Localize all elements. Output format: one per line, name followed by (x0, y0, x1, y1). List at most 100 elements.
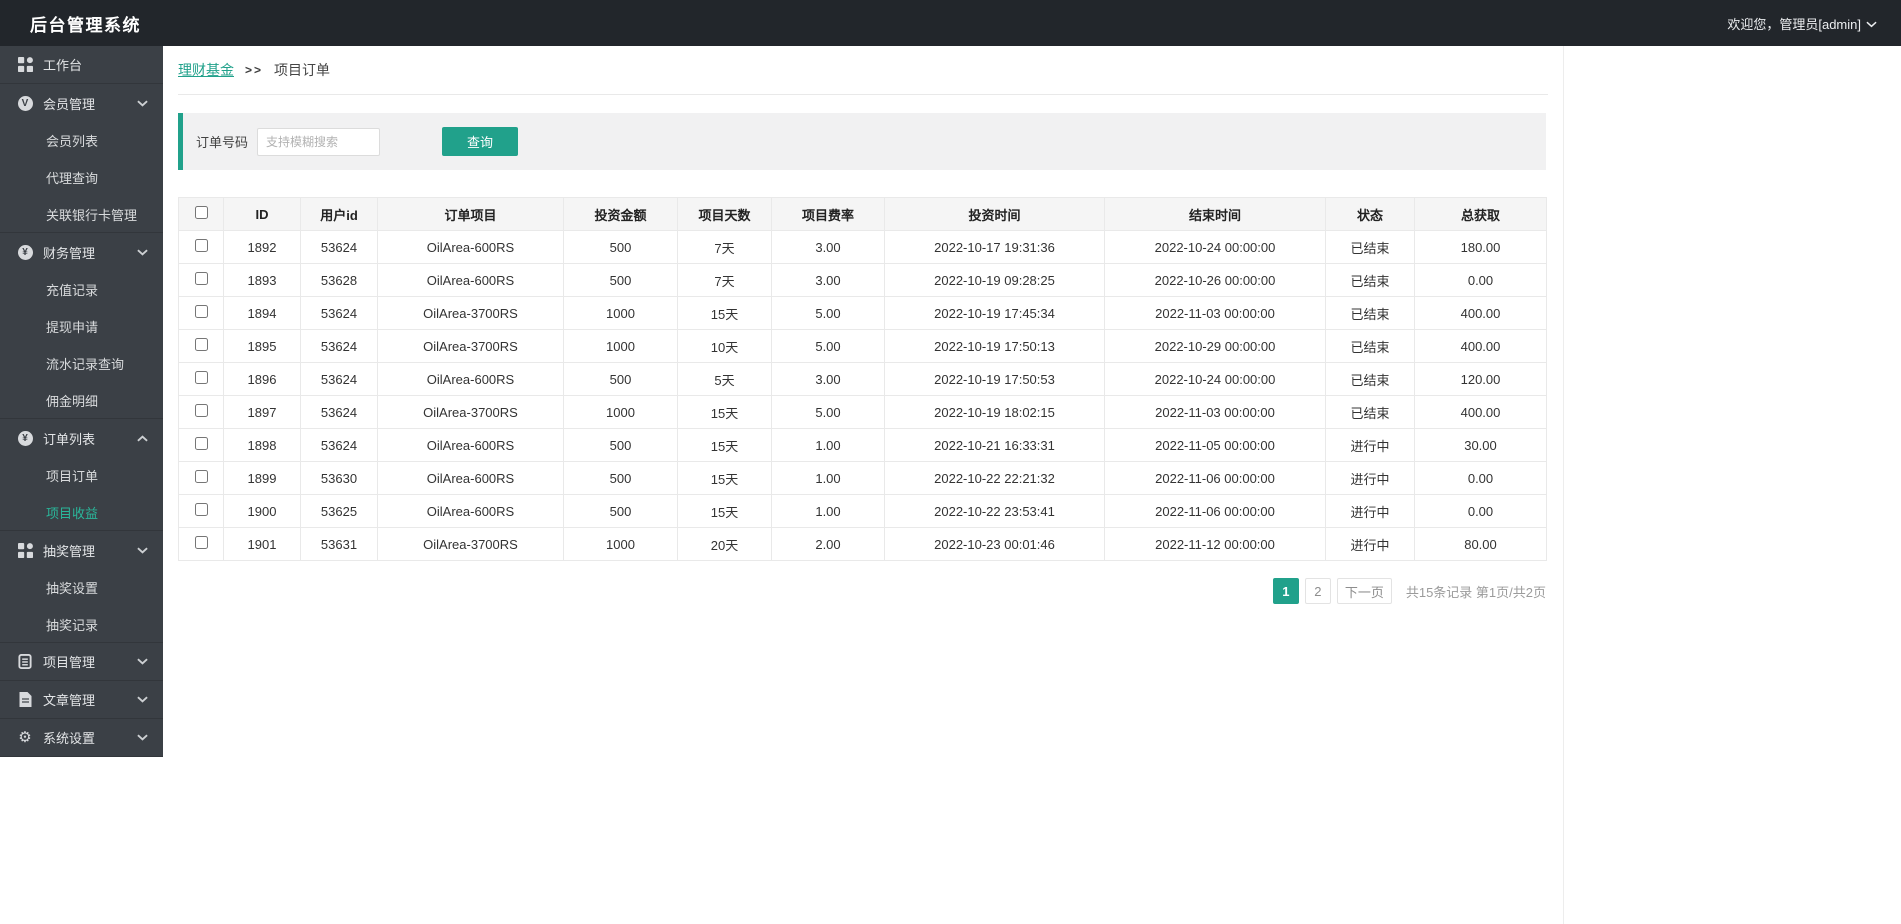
search-filter-panel: 订单号码 查询 (178, 113, 1546, 170)
sidebar-item-label: 工作台 (43, 55, 82, 74)
project-icon (17, 654, 33, 670)
cell-project: OilArea-600RS (378, 495, 564, 528)
article-icon (17, 692, 33, 708)
order-number-input[interactable] (257, 128, 380, 156)
cell-user_id: 53624 (301, 363, 378, 396)
cell-rate: 3.00 (772, 231, 885, 264)
finance-icon: ¥ (17, 244, 33, 260)
cell-days: 10天 (678, 330, 772, 363)
sidebar-item-label: 财务管理 (43, 243, 95, 262)
sidebar-item-充值记录[interactable]: 充值记录 (0, 271, 163, 308)
sidebar-item-label: 项目管理 (43, 652, 95, 671)
cell-user_id: 53631 (301, 528, 378, 561)
cell-status: 进行中 (1326, 495, 1415, 528)
sidebar-item-订单列表[interactable]: ¥订单列表 (0, 419, 163, 457)
sidebar-item-代理查询[interactable]: 代理查询 (0, 159, 163, 196)
page-button-1[interactable]: 1 (1273, 578, 1299, 604)
row-checkbox[interactable] (195, 503, 208, 516)
lottery-icon (17, 542, 33, 558)
top-header: 后台管理系统 欢迎您，管理员[admin] (0, 0, 1901, 46)
cell-status: 进行中 (1326, 528, 1415, 561)
sidebar-item-佣金明细[interactable]: 佣金明细 (0, 382, 163, 419)
cell-project: OilArea-600RS (378, 462, 564, 495)
cell-total: 30.00 (1415, 429, 1547, 462)
row-checkbox[interactable] (195, 272, 208, 285)
table-row: 189953630OilArea-600RS50015天1.002022-10-… (179, 462, 1547, 495)
cell-project: OilArea-3700RS (378, 396, 564, 429)
sidebar-item-流水记录查询[interactable]: 流水记录查询 (0, 345, 163, 382)
breadcrumb-parent-link[interactable]: 理财基金 (178, 60, 234, 80)
cell-amount: 500 (564, 462, 678, 495)
row-checkbox[interactable] (195, 239, 208, 252)
cell-id: 1897 (224, 396, 301, 429)
cell-user_id: 53624 (301, 231, 378, 264)
next-page-button[interactable]: 下一页 (1337, 578, 1392, 604)
column-header-amount: 投资金额 (564, 198, 678, 231)
sidebar-item-抽奖记录[interactable]: 抽奖记录 (0, 606, 163, 643)
select-all-checkbox[interactable] (195, 206, 208, 219)
sidebar-item-项目管理[interactable]: 项目管理 (0, 643, 163, 681)
sidebar-item-项目订单[interactable]: 项目订单 (0, 457, 163, 494)
table-row: 189853624OilArea-600RS50015天1.002022-10-… (179, 429, 1547, 462)
column-header-total: 总获取 (1415, 198, 1547, 231)
cell-total: 120.00 (1415, 363, 1547, 396)
cell-user_id: 53624 (301, 429, 378, 462)
column-header-end_time: 结束时间 (1105, 198, 1326, 231)
orders-table: ID用户id订单项目投资金额项目天数项目费率投资时间结束时间状态总获取18925… (178, 197, 1547, 561)
dashboard-icon (17, 57, 33, 73)
cell-total: 0.00 (1415, 264, 1547, 297)
sidebar-item-关联银行卡管理[interactable]: 关联银行卡管理 (0, 196, 163, 233)
cell-id: 1900 (224, 495, 301, 528)
cell-rate: 2.00 (772, 528, 885, 561)
cell-user_id: 53628 (301, 264, 378, 297)
chevron-down-icon (137, 547, 148, 554)
cell-user_id: 53624 (301, 330, 378, 363)
sidebar-item-label: 佣金明细 (46, 391, 98, 410)
page-button-2[interactable]: 2 (1305, 578, 1331, 604)
cell-days: 15天 (678, 396, 772, 429)
sidebar-item-label: 充值记录 (46, 280, 98, 299)
sidebar-item-label: 文章管理 (43, 690, 95, 709)
welcome-text: 欢迎您，管理员[admin] (1727, 14, 1861, 33)
sidebar-item-文章管理[interactable]: 文章管理 (0, 681, 163, 719)
row-checkbox-cell (179, 330, 224, 363)
cell-project: OilArea-3700RS (378, 528, 564, 561)
sidebar-item-财务管理[interactable]: ¥ 财务管理 (0, 233, 163, 271)
cell-project: OilArea-3700RS (378, 297, 564, 330)
cell-status: 已结束 (1326, 396, 1415, 429)
sidebar-item-项目收益[interactable]: 项目收益 (0, 494, 163, 531)
cell-amount: 500 (564, 495, 678, 528)
row-checkbox[interactable] (195, 404, 208, 417)
cell-id: 1893 (224, 264, 301, 297)
cell-days: 7天 (678, 231, 772, 264)
row-checkbox[interactable] (195, 437, 208, 450)
cell-id: 1898 (224, 429, 301, 462)
column-header-user_id: 用户id (301, 198, 378, 231)
row-checkbox[interactable] (195, 536, 208, 549)
cell-invest_time: 2022-10-19 17:50:53 (885, 363, 1105, 396)
cell-id: 1896 (224, 363, 301, 396)
sidebar-item-抽奖管理[interactable]: 抽奖管理 (0, 531, 163, 569)
row-checkbox[interactable] (195, 338, 208, 351)
sidebar-item-会员管理[interactable]: V会员管理 (0, 84, 163, 122)
cell-rate: 3.00 (772, 363, 885, 396)
row-checkbox[interactable] (195, 371, 208, 384)
cell-user_id: 53624 (301, 396, 378, 429)
sidebar-item-系统设置[interactable]: ⚙系统设置 (0, 719, 163, 757)
chevron-down-icon (137, 734, 148, 741)
user-menu[interactable]: 欢迎您，管理员[admin] (1727, 14, 1877, 33)
cell-id: 1894 (224, 297, 301, 330)
cell-end_time: 2022-11-12 00:00:00 (1105, 528, 1326, 561)
cell-project: OilArea-600RS (378, 363, 564, 396)
cell-end_time: 2022-11-03 00:00:00 (1105, 396, 1326, 429)
order-number-label: 订单号码 (196, 132, 248, 151)
row-checkbox[interactable] (195, 470, 208, 483)
sidebar-item-提现申请[interactable]: 提现申请 (0, 308, 163, 345)
sidebar-item-抽奖设置[interactable]: 抽奖设置 (0, 569, 163, 606)
search-button[interactable]: 查询 (442, 127, 518, 156)
row-checkbox[interactable] (195, 305, 208, 318)
sidebar-item-工作台[interactable]: 工作台 (0, 46, 163, 84)
cell-end_time: 2022-10-24 00:00:00 (1105, 231, 1326, 264)
cell-invest_time: 2022-10-17 19:31:36 (885, 231, 1105, 264)
sidebar-item-会员列表[interactable]: 会员列表 (0, 122, 163, 159)
